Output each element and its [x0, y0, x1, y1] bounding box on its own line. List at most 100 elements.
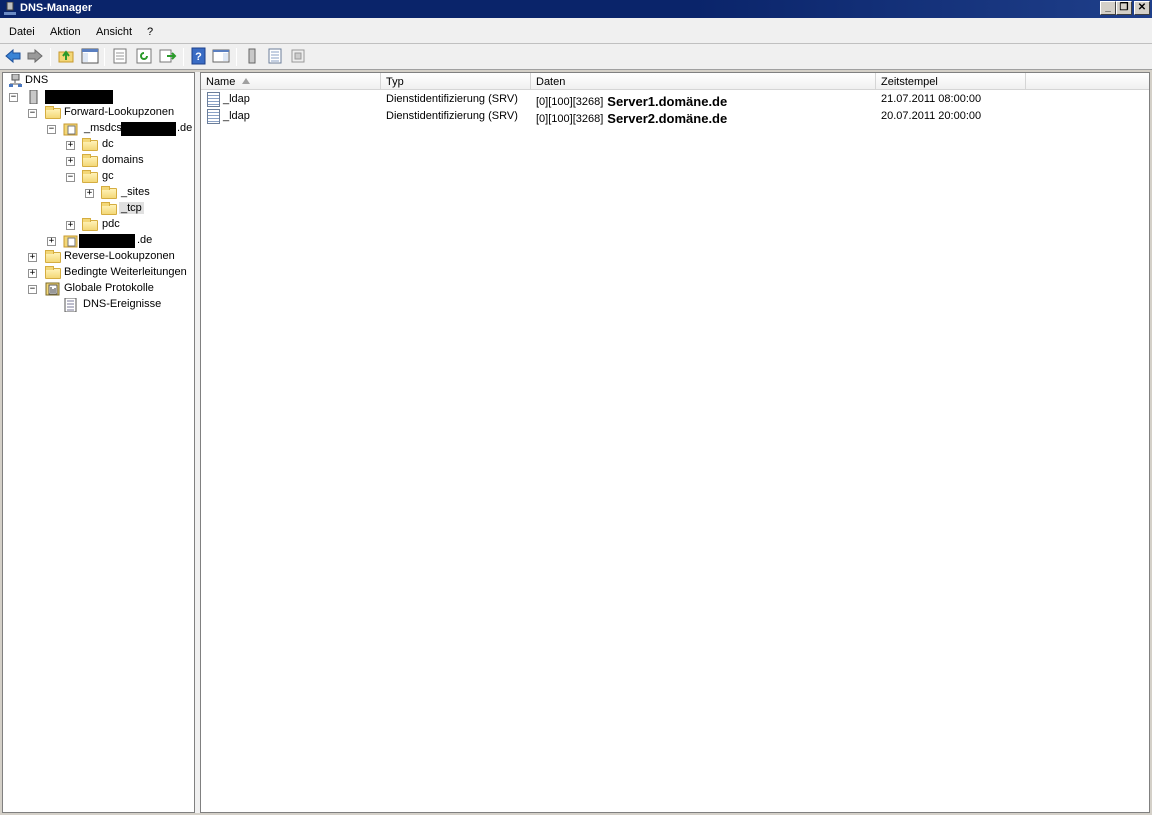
expand-toggle[interactable]: + [47, 237, 56, 246]
tree-label-gc: gc [102, 170, 114, 182]
refresh-icon[interactable] [135, 47, 153, 65]
redacted-domain [79, 234, 135, 248]
tree-label-sites: _sites [121, 186, 150, 198]
collapse-toggle[interactable]: − [9, 93, 18, 102]
redacted-domain [121, 122, 176, 136]
tree-item-domains[interactable]: + domains [3, 153, 193, 169]
tree-item-global-logs[interactable]: − Globale Protokolle [3, 281, 193, 297]
menu-help[interactable]: ? [147, 26, 153, 38]
column-header-filler [1026, 73, 1149, 90]
svg-text:?: ? [195, 51, 202, 63]
folder-icon [101, 202, 117, 215]
tree-item-forward-lookup[interactable]: − Forward-Lookupzonen [3, 105, 193, 121]
properties-icon[interactable] [111, 47, 129, 65]
tree-label-forward: Forward-Lookupzonen [64, 106, 175, 118]
tree-item-dns-events[interactable]: DNS-Ereignisse [3, 297, 193, 313]
tree-label-pdc: pdc [102, 218, 120, 230]
tree-label-dns: DNS [25, 74, 49, 86]
restore-button[interactable]: ❐ [1116, 1, 1132, 15]
tree-item-msdcs-zone[interactable]: − _msdcs. .de [3, 121, 193, 137]
column-label-timestamp: Zeitstempel [881, 76, 938, 88]
column-header-timestamp[interactable]: Zeitstempel [876, 73, 1026, 90]
tree-item-dc[interactable]: + dc [3, 137, 193, 153]
tree-label-tcp: _tcp [119, 202, 144, 214]
expand-toggle[interactable]: + [85, 189, 94, 198]
cell-data: [0][100][3268] Server2.domäne.de [536, 110, 728, 126]
column-label-name: Name [206, 76, 236, 88]
up-folder-icon[interactable] [57, 47, 75, 65]
srv-record-icon [207, 92, 220, 107]
folder-icon [82, 138, 98, 151]
event-log-icon [64, 298, 77, 312]
table-row[interactable]: _ldap Dienstidentifizierung (SRV) [0][10… [201, 91, 1149, 109]
new-domain-icon[interactable] [289, 47, 307, 65]
column-header-name[interactable]: Name [201, 73, 381, 90]
menu-aktion[interactable]: Aktion [50, 26, 81, 38]
record-list-icon[interactable] [266, 47, 284, 65]
close-button[interactable]: ✕ [1134, 1, 1150, 15]
column-header-type[interactable]: Typ [381, 73, 531, 90]
menu-ansicht[interactable]: Ansicht [96, 26, 132, 38]
tree-label-global-logs: Globale Protokolle [64, 282, 154, 294]
tree-item-gc[interactable]: − gc [3, 169, 193, 185]
collapse-toggle[interactable]: − [28, 285, 37, 294]
expand-toggle[interactable]: + [28, 269, 37, 278]
export-list-icon[interactable] [159, 47, 177, 65]
server-icon [29, 90, 38, 104]
server-icon[interactable] [243, 47, 261, 65]
zone-icon [63, 235, 78, 248]
collapse-toggle[interactable]: − [28, 109, 37, 118]
folder-icon [45, 266, 61, 279]
action-pane-icon[interactable] [212, 47, 230, 65]
tree-label-zone-suffix: .de [137, 234, 153, 246]
dns-app-icon [4, 2, 16, 15]
srv-record-icon [207, 109, 220, 124]
tree-item-conditional-forwarders[interactable]: + Bedingte Weiterleitungen [3, 265, 193, 281]
back-arrow-icon[interactable] [4, 47, 22, 65]
event-log-icon [45, 282, 60, 296]
record-list: Name Typ Daten Zeitstempel _ldap Diensti… [200, 72, 1150, 813]
expand-toggle[interactable]: + [66, 141, 75, 150]
tree-item-server[interactable]: − [3, 89, 193, 105]
folder-icon [45, 106, 61, 119]
tree-label-msdcs-suffix: .de [177, 122, 193, 134]
tree-item-tcp[interactable]: _tcp [3, 201, 193, 217]
minimize-button[interactable]: _ [1100, 1, 1116, 15]
tree-item-pdc[interactable]: + pdc [3, 217, 193, 233]
column-label-data: Daten [536, 76, 566, 88]
tree-item-zone[interactable]: + .de [3, 233, 193, 249]
folder-icon [82, 218, 98, 231]
menu-bar: Datei Aktion Ansicht ? [0, 18, 1152, 44]
table-row[interactable]: _ldap Dienstidentifizierung (SRV) [0][10… [201, 108, 1149, 126]
collapse-toggle[interactable]: − [47, 125, 56, 134]
folder-icon [82, 170, 98, 183]
cell-data-prefix: [0][100][3268] [536, 96, 604, 108]
menu-datei[interactable]: Datei [9, 26, 35, 38]
expand-toggle[interactable]: + [66, 157, 75, 166]
tree-label-reverse: Reverse-Lookupzonen [64, 250, 175, 262]
cell-data-prefix: [0][100][3268] [536, 113, 604, 125]
collapse-toggle[interactable]: − [66, 173, 75, 182]
tree-label-domains: domains [102, 154, 144, 166]
sort-ascending-icon [242, 78, 250, 84]
tree-item-sites[interactable]: + _sites [3, 185, 193, 201]
cell-name: _ldap [223, 93, 250, 105]
cell-data: [0][100][3268] Server1.domäne.de [536, 93, 728, 109]
title-bar: DNS-Manager _ ❐ ✕ [0, 0, 1152, 18]
tree-label-conditional: Bedingte Weiterleitungen [64, 266, 187, 278]
expand-toggle[interactable]: + [66, 221, 75, 230]
redacted-server-name [45, 90, 113, 104]
zone-icon [63, 123, 78, 136]
console-tree: DNS − − Forward-Lookupzonen − _msdcs. .d… [2, 72, 195, 813]
cell-data-host: Server1.domäne.de [607, 94, 728, 109]
help-icon[interactable]: ? [190, 47, 208, 65]
expand-toggle[interactable]: + [28, 253, 37, 262]
toolbar: ? [0, 44, 1152, 70]
forward-arrow-icon[interactable] [26, 47, 44, 65]
tree-item-reverse-lookup[interactable]: + Reverse-Lookupzonen [3, 249, 193, 265]
column-header-data[interactable]: Daten [531, 73, 876, 90]
cell-data-host: Server2.domäne.de [607, 111, 728, 126]
cell-timestamp: 20.07.2011 20:00:00 [881, 110, 982, 122]
dns-root-icon [9, 74, 22, 87]
console-tree-icon[interactable] [81, 47, 99, 65]
